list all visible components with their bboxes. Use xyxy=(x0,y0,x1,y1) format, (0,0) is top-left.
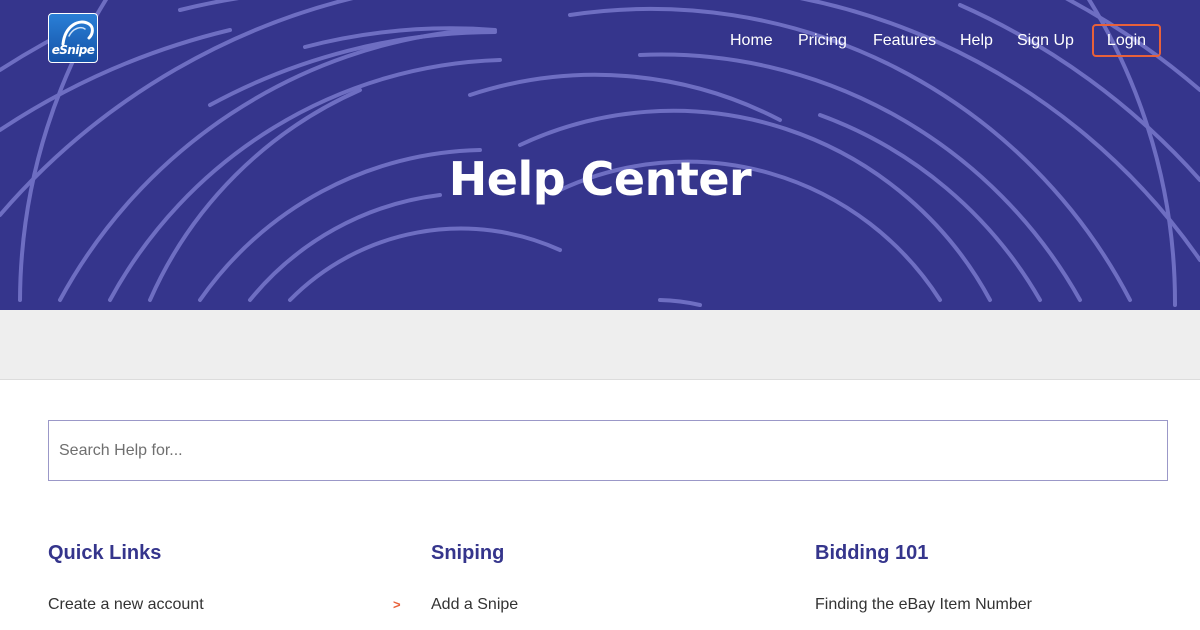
chevron-right-icon: > xyxy=(393,597,401,612)
login-button[interactable]: Login xyxy=(1092,24,1161,57)
section-title-sniping: Sniping xyxy=(431,542,505,564)
search-input[interactable] xyxy=(49,421,1167,480)
nav-home[interactable]: Home xyxy=(730,31,773,50)
nav-pricing[interactable]: Pricing xyxy=(798,31,847,50)
search-field[interactable] xyxy=(48,420,1168,481)
nav-sign-up[interactable]: Sign Up xyxy=(1017,31,1074,50)
nav-help[interactable]: Help xyxy=(960,31,993,50)
section-title-bidding-101: Bidding 101 xyxy=(815,542,929,564)
top-nav: Home Pricing Features Help Sign Up xyxy=(0,0,1200,80)
link-finding-item-number[interactable]: Finding the eBay Item Number xyxy=(815,595,1032,614)
section-title-quick-links: Quick Links xyxy=(48,542,162,564)
page-title: Help Center xyxy=(448,152,752,206)
link-create-account[interactable]: Create a new account xyxy=(48,595,204,614)
hero-banner: eSnipe Home Pricing Features Help Sign U… xyxy=(0,0,1200,310)
nav-features[interactable]: Features xyxy=(873,31,936,50)
link-add-snipe[interactable]: Add a Snipe xyxy=(431,595,518,614)
breadcrumb-band xyxy=(0,310,1200,380)
